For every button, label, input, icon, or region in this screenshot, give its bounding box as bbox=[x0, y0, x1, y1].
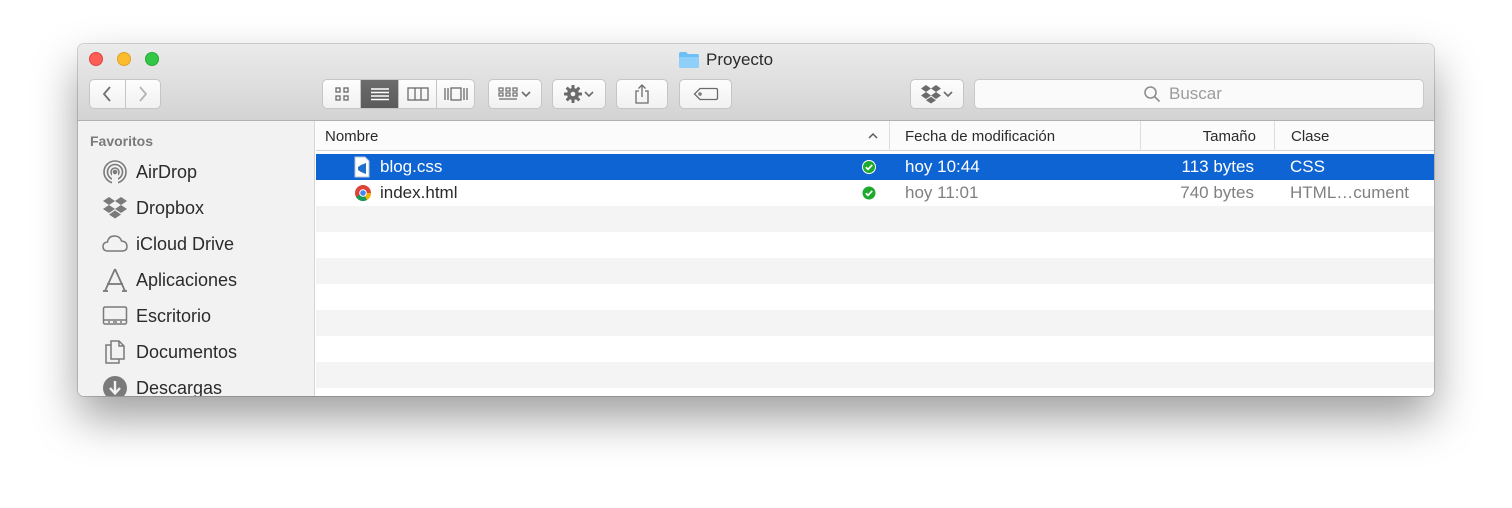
empty-row bbox=[316, 284, 1434, 310]
columns-icon bbox=[406, 87, 429, 101]
sidebar-item-aplicaciones[interactable]: Aplicaciones bbox=[102, 265, 237, 295]
search-input[interactable] bbox=[1167, 83, 1255, 105]
sidebar-item-label: Descargas bbox=[136, 377, 223, 397]
cloud-icon bbox=[102, 235, 128, 252]
sidebar-item-label: iCloud Drive bbox=[136, 233, 235, 254]
arrange-button[interactable] bbox=[488, 79, 542, 109]
chevron-down-icon bbox=[521, 91, 531, 98]
tag-icon bbox=[693, 87, 718, 101]
grid-icon bbox=[334, 87, 349, 101]
sidebar: Favoritos AirDrop Dropbox iCloud Drive A… bbox=[78, 121, 315, 396]
back-forward-control bbox=[89, 79, 161, 109]
file-modified: hoy 11:01 bbox=[905, 183, 979, 202]
search-field[interactable] bbox=[974, 79, 1424, 109]
empty-row bbox=[316, 362, 1434, 388]
empty-row bbox=[316, 388, 1434, 396]
window-title-text: Proyecto bbox=[706, 50, 774, 69]
documents-icon bbox=[105, 340, 125, 364]
file-size: 740 bytes bbox=[1180, 183, 1254, 202]
share-button[interactable] bbox=[616, 79, 668, 109]
list-view-button[interactable] bbox=[361, 80, 399, 108]
back-button[interactable] bbox=[90, 80, 126, 108]
forward-button[interactable] bbox=[126, 80, 160, 108]
sidebar-item-airdrop[interactable]: AirDrop bbox=[102, 157, 197, 187]
sidebar-item-documentos[interactable]: Documentos bbox=[102, 337, 237, 367]
chevron-down-icon bbox=[943, 91, 953, 98]
sidebar-item-label: Dropbox bbox=[136, 197, 205, 218]
applications-icon bbox=[103, 268, 127, 292]
sync-status-icon bbox=[862, 186, 876, 200]
finder-window: Proyecto Buscar Favoritos AirDrop Dropbo… bbox=[78, 44, 1434, 396]
view-mode-control bbox=[322, 79, 475, 109]
column-header-modified[interactable]: Fecha de modificación bbox=[890, 121, 1141, 151]
sort-ascending-icon bbox=[868, 132, 878, 139]
sync-status-icon bbox=[862, 160, 876, 174]
sidebar-item-label: Escritorio bbox=[136, 305, 212, 326]
minimize-window-button[interactable] bbox=[117, 52, 131, 66]
file-name: index.html bbox=[380, 183, 458, 202]
sidebar-item-descargas[interactable]: Descargas bbox=[102, 373, 222, 396]
sidebar-item-escritorio[interactable]: Escritorio bbox=[102, 301, 211, 331]
sidebar-item-label: Aplicaciones bbox=[136, 269, 238, 290]
share-icon bbox=[635, 84, 649, 104]
empty-row bbox=[316, 336, 1434, 362]
dropbox-icon bbox=[103, 197, 127, 219]
empty-row bbox=[316, 258, 1434, 284]
chevron-right-icon bbox=[139, 86, 148, 102]
sidebar-item-label: Documentos bbox=[136, 341, 238, 362]
file-modified: hoy 10:44 bbox=[905, 157, 980, 176]
cover-flow-icon bbox=[443, 87, 468, 101]
file-name: blog.css bbox=[380, 157, 443, 176]
close-window-button[interactable] bbox=[89, 52, 103, 66]
action-button[interactable] bbox=[552, 79, 606, 109]
icon-view-button[interactable] bbox=[323, 80, 361, 108]
table-row[interactable]: index.html hoy 11:01 740 bytes HTML…cume… bbox=[316, 180, 1434, 206]
search-icon bbox=[1144, 86, 1161, 103]
dropbox-icon bbox=[921, 85, 941, 104]
gallery-view-button[interactable] bbox=[437, 80, 474, 108]
chrome-html-file-icon bbox=[355, 185, 371, 201]
empty-row bbox=[316, 310, 1434, 336]
toolbar: Proyecto bbox=[78, 44, 1434, 121]
sidebar-item-label: AirDrop bbox=[136, 161, 198, 182]
list-icon bbox=[370, 88, 389, 101]
sidebar-item-icloud-drive[interactable]: iCloud Drive bbox=[102, 229, 234, 259]
desktop-icon bbox=[102, 306, 128, 325]
sidebar-section-title: Favoritos bbox=[90, 133, 154, 149]
chevron-left-icon bbox=[103, 86, 112, 102]
sidebar-item-dropbox[interactable]: Dropbox bbox=[102, 193, 204, 223]
folder-icon bbox=[679, 52, 699, 68]
column-view-button[interactable] bbox=[399, 80, 437, 108]
file-kind: HTML…cument bbox=[1290, 183, 1410, 202]
file-kind: CSS bbox=[1290, 157, 1325, 176]
zoom-window-button[interactable] bbox=[145, 52, 159, 66]
table-row[interactable]: blog.css hoy 10:44 113 bytes CSS bbox=[316, 154, 1434, 180]
column-header-size[interactable]: Tamaño bbox=[1141, 121, 1275, 151]
column-header-name[interactable]: Nombre bbox=[316, 121, 890, 151]
arrange-grid-icon bbox=[498, 87, 518, 100]
airdrop-icon bbox=[103, 160, 127, 184]
gear-icon bbox=[564, 85, 582, 103]
column-header-row: Nombre Fecha de modificación Tamaño Clas… bbox=[316, 121, 1434, 151]
tags-button[interactable] bbox=[679, 79, 732, 109]
empty-row bbox=[316, 232, 1434, 258]
downloads-icon bbox=[103, 376, 127, 396]
file-list: Nombre Fecha de modificación Tamaño Clas… bbox=[316, 121, 1434, 396]
empty-row bbox=[316, 206, 1434, 232]
column-header-kind[interactable]: Clase bbox=[1275, 121, 1434, 151]
chevron-down-icon bbox=[584, 91, 594, 98]
window-title: Proyecto bbox=[678, 50, 838, 70]
dropbox-menu-button[interactable] bbox=[910, 79, 964, 109]
css-file-icon bbox=[354, 156, 370, 178]
file-size: 113 bytes bbox=[1181, 157, 1254, 176]
